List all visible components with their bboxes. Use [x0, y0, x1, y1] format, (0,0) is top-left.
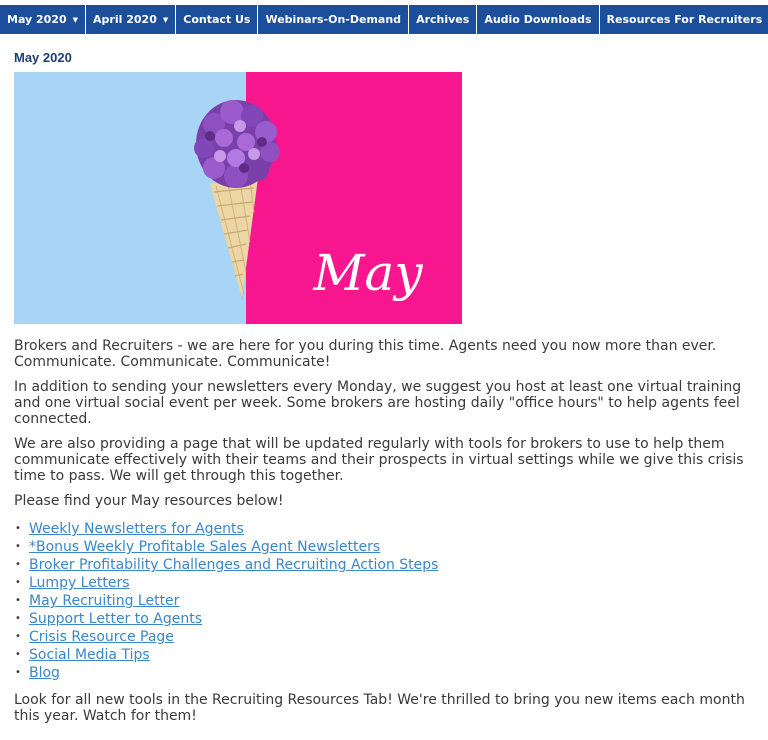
- bullet-icon: •: [15, 559, 21, 570]
- hero-month-text: May: [312, 244, 423, 302]
- link-bonus-newsletters[interactable]: *Bonus Weekly Profitable Sales Agent New…: [29, 539, 380, 555]
- link-broker-profitability[interactable]: Broker Profitability Challenges and Recr…: [29, 557, 438, 573]
- nav-item-resources-for-recruiters[interactable]: Resources For Recruiters: [600, 5, 768, 34]
- page-title: May 2020: [14, 50, 72, 65]
- list-item: • Blog: [14, 664, 754, 682]
- nav-item-label: May 2020: [7, 13, 67, 26]
- bullet-icon: •: [15, 649, 21, 660]
- list-item: • Crisis Resource Page: [14, 628, 754, 646]
- bullet-icon: •: [15, 613, 21, 624]
- link-may-recruiting-letter[interactable]: May Recruiting Letter: [29, 593, 179, 609]
- link-social-media-tips[interactable]: Social Media Tips: [29, 647, 150, 663]
- may-banner-graphic: May: [14, 72, 462, 324]
- link-lumpy-letters[interactable]: Lumpy Letters: [29, 575, 130, 591]
- nav-item-webinars-on-demand[interactable]: Webinars-On-Demand: [258, 5, 410, 34]
- nav-item-label: Audio Downloads: [484, 13, 592, 26]
- nav-item-contact-us[interactable]: Contact Us: [176, 5, 259, 34]
- nav-item-label: Resources For Recruiters: [606, 13, 763, 26]
- nav-item-label: Webinars-On-Demand: [265, 13, 402, 26]
- nav-item-label: Archives: [416, 13, 470, 26]
- chevron-down-icon: ▼: [72, 15, 79, 24]
- link-blog[interactable]: Blog: [29, 665, 60, 681]
- list-item: • May Recruiting Letter: [14, 592, 754, 610]
- chevron-down-icon: ▼: [162, 15, 169, 24]
- hero-image: May: [14, 72, 462, 324]
- resource-links-list: • Weekly Newsletters for Agents • *Bonus W…: [14, 520, 754, 682]
- list-item: • Broker Profitability Challenges and Rec…: [14, 556, 754, 574]
- list-item: • Social Media Tips: [14, 646, 754, 664]
- nav-item-label: Contact Us: [183, 13, 251, 26]
- nav-item-may-2020[interactable]: May 2020 ▼: [0, 5, 87, 34]
- closing-paragraph: Look for all new tools in the Recruiting…: [14, 692, 745, 724]
- link-crisis-resource-page[interactable]: Crisis Resource Page: [29, 629, 174, 645]
- list-item: • Support Letter to Agents: [14, 610, 754, 628]
- list-item: • *Bonus Weekly Profitable Sales Agent Ne…: [14, 538, 754, 556]
- main-content: Brokers and Recruiters - we are here for…: [14, 338, 754, 733]
- nav-item-label: April 2020: [93, 13, 157, 26]
- nav-item-april-2020[interactable]: April 2020 ▼: [86, 5, 177, 34]
- link-weekly-newsletters[interactable]: Weekly Newsletters for Agents: [29, 521, 244, 537]
- nav-item-archives[interactable]: Archives: [409, 5, 478, 34]
- bullet-icon: •: [15, 577, 21, 588]
- intro-paragraph: Brokers and Recruiters - we are here for…: [14, 338, 717, 370]
- link-support-letter[interactable]: Support Letter to Agents: [29, 611, 202, 627]
- list-item: • Weekly Newsletters for Agents: [14, 520, 754, 538]
- tools-paragraph: We are also providing a page that will b…: [14, 436, 744, 484]
- list-item: • Lumpy Letters: [14, 574, 754, 592]
- bullet-icon: •: [15, 631, 21, 642]
- bullet-icon: •: [15, 541, 21, 552]
- top-navigation-bar: May 2020 ▼ April 2020 ▼ Contact Us Webin…: [0, 5, 768, 34]
- bullet-icon: •: [15, 667, 21, 678]
- bullet-icon: •: [15, 595, 21, 606]
- resources-lead-in: Please find your May resources below!: [14, 493, 284, 509]
- suggestion-paragraph: In addition to sending your newsletters …: [14, 379, 742, 427]
- bullet-icon: •: [15, 523, 21, 534]
- nav-item-audio-downloads[interactable]: Audio Downloads: [477, 5, 600, 34]
